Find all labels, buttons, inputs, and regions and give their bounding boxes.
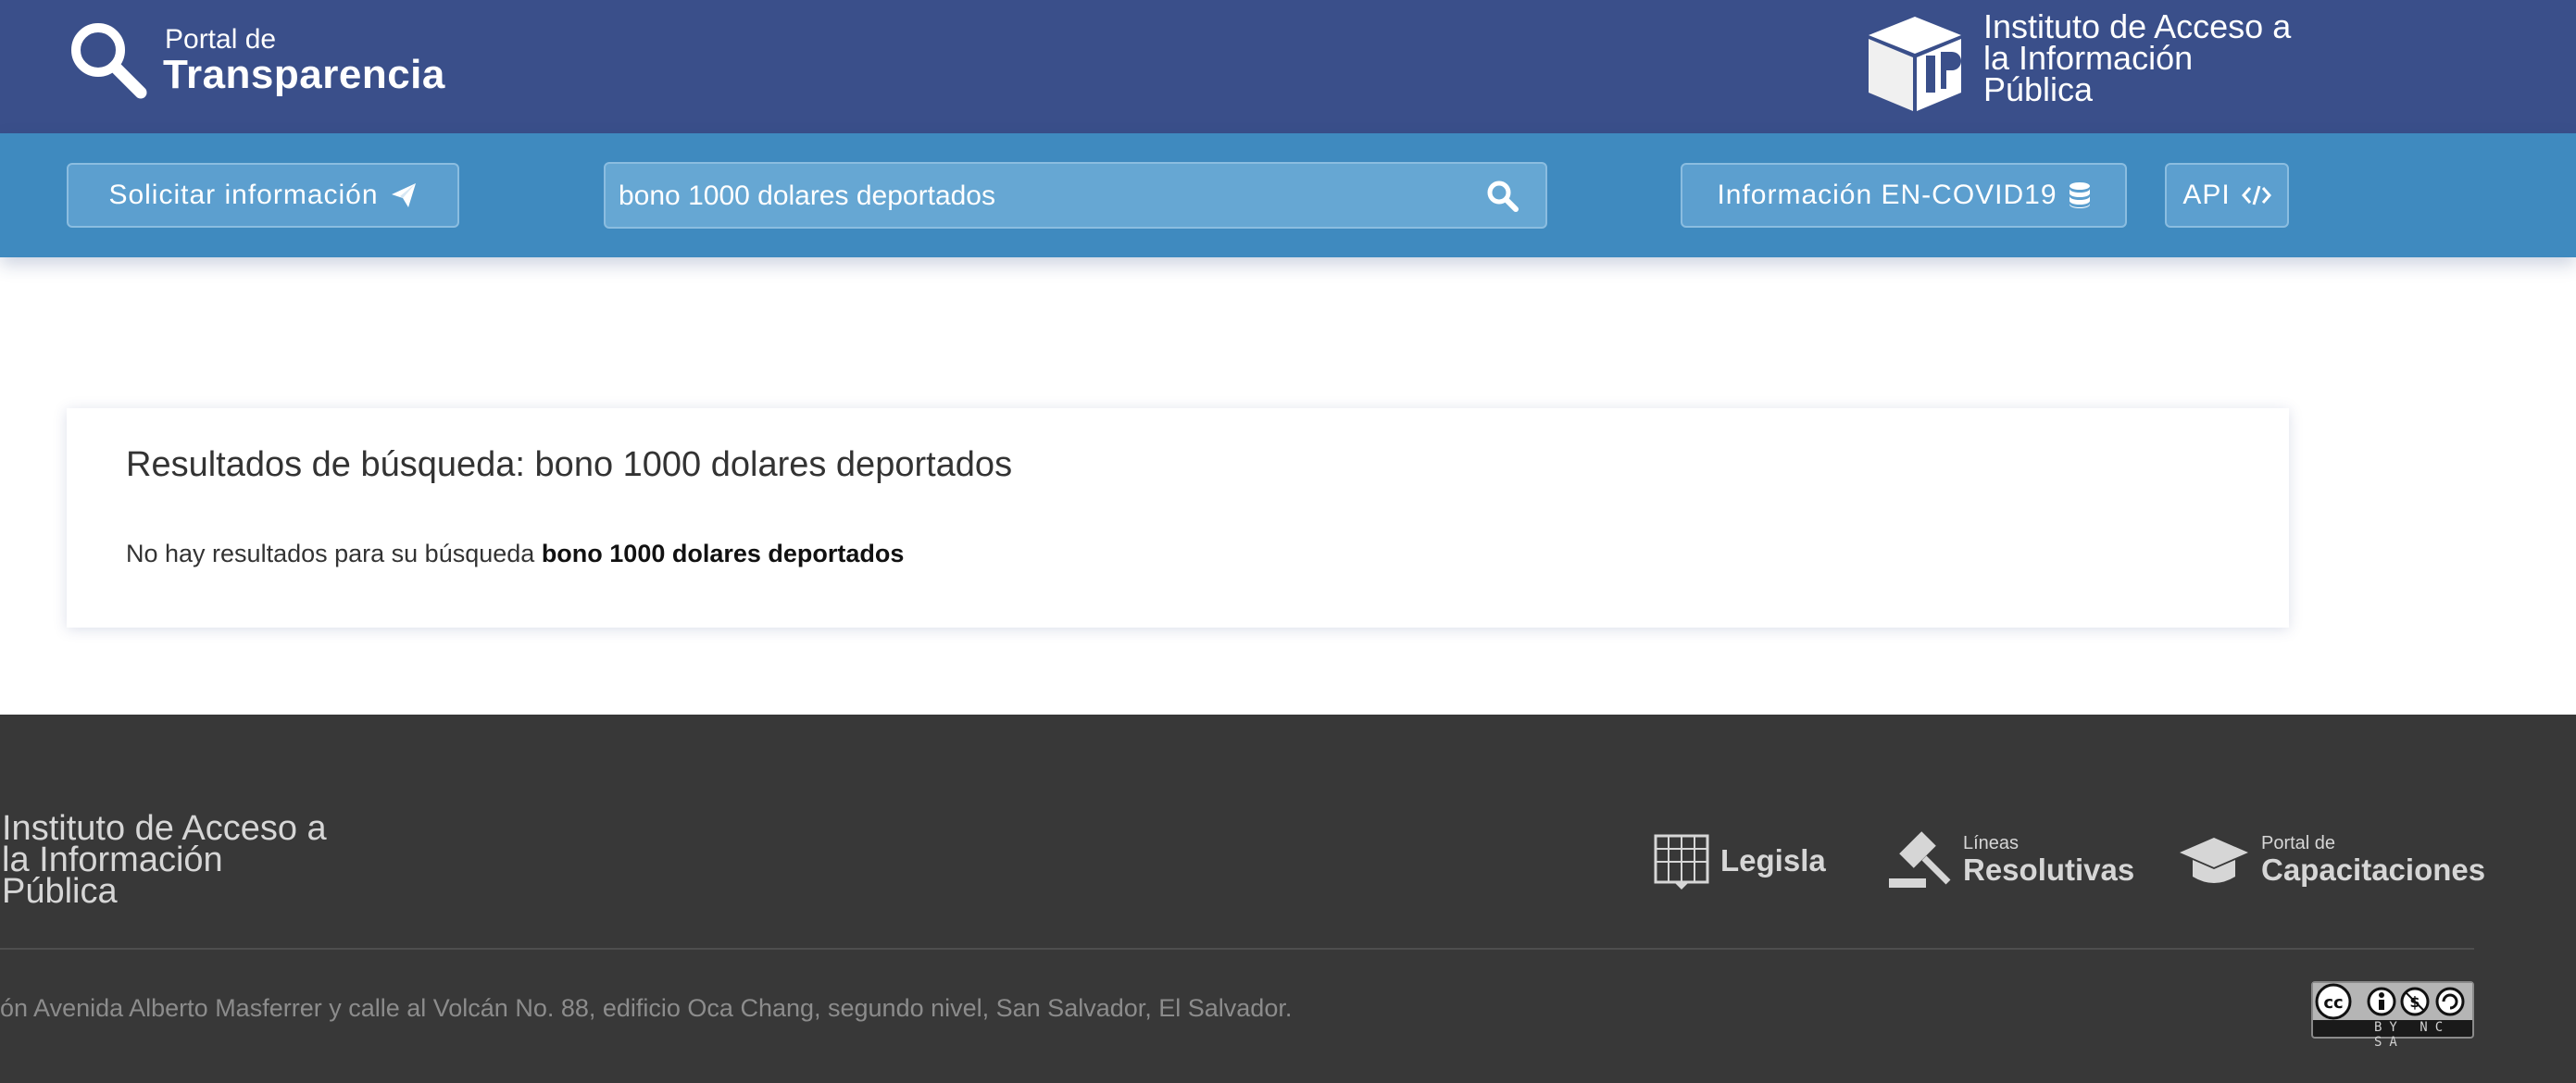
informacion-covid19-button[interactable]: Información EN-COVID19: [1681, 163, 2127, 228]
action-bar: Solicitar información Información EN-COV…: [0, 133, 2576, 257]
search-icon[interactable]: [1485, 179, 1520, 214]
covid-label: Información EN-COVID19: [1717, 180, 2057, 210]
lineas-resolutivas-link[interactable]: Líneas Resolutivas: [1887, 828, 2134, 894]
search-magnifier-icon: [71, 23, 147, 99]
top-header: Portal de Transparencia Instituto de Acc…: [0, 0, 2576, 133]
capacitaciones-small-label: Portal de: [2261, 833, 2336, 853]
search-input[interactable]: [619, 173, 1452, 219]
results-card: Resultados de búsqueda: bono 1000 dolare…: [67, 408, 2289, 628]
iaip-box-icon: [1869, 17, 1961, 111]
creative-commons-license-badge[interactable]: cc $ BY NC SA: [2311, 981, 2474, 1050]
lineas-big-label: Resolutivas: [1963, 853, 2135, 887]
lineas-small-label: Líneas: [1963, 833, 2020, 853]
search-query: bono 1000 dolares deportados: [541, 540, 905, 567]
gavel-icon: [1889, 831, 1951, 888]
portal-transparencia-logo[interactable]: Portal de Transparencia: [65, 17, 454, 100]
footer: Instituto de Acceso a la Información Púb…: [0, 715, 2576, 1083]
portal-small-label: Portal de: [165, 24, 277, 55]
code-icon: [2241, 185, 2271, 205]
paper-plane-icon: [391, 183, 416, 207]
api-button[interactable]: API: [2165, 163, 2289, 228]
footer-iaip-name[interactable]: Instituto de Acceso a la Información Púb…: [2, 811, 335, 909]
iaip-logo[interactable]: Instituto de Acceso a la Información Púb…: [1861, 7, 2296, 117]
cc-icons-strip: cc $: [2313, 983, 2472, 1020]
capacitaciones-big-label: Capacitaciones: [2261, 853, 2486, 887]
solicitar-label: Solicitar información: [108, 180, 379, 210]
api-label: API: [2182, 180, 2231, 210]
solicitar-informacion-button[interactable]: Solicitar información: [67, 163, 459, 228]
cc-license-terms: BY NC SA: [2374, 1020, 2451, 1050]
graduation-cap-icon: [2180, 838, 2248, 883]
no-results-message: No hay resultados para su búsqueda bono …: [126, 540, 904, 568]
cc-icon: cc $: [2315, 983, 2465, 1020]
iaip-name: Instituto de Acceso a la Información Púb…: [1983, 7, 2292, 108]
footer-address: ón Avenida Alberto Masferrer y calle al …: [0, 994, 1293, 1022]
no-results-prefix: No hay resultados para su búsqueda: [126, 540, 535, 567]
portal-title: Transparencia: [163, 52, 445, 97]
portal-capacitaciones-link[interactable]: Portal de Capacitaciones: [2178, 828, 2485, 894]
footer-divider: [0, 948, 2474, 950]
building-icon: [1654, 834, 1709, 890]
legisla-label: Legisla: [1720, 843, 1826, 878]
legisla-link[interactable]: Legisla: [1654, 828, 1826, 894]
database-icon: [2069, 182, 2090, 208]
svg-text:cc: cc: [2323, 993, 2343, 1013]
results-title: Resultados de búsqueda: bono 1000 dolare…: [126, 445, 1013, 484]
search-bar[interactable]: [604, 162, 1547, 229]
